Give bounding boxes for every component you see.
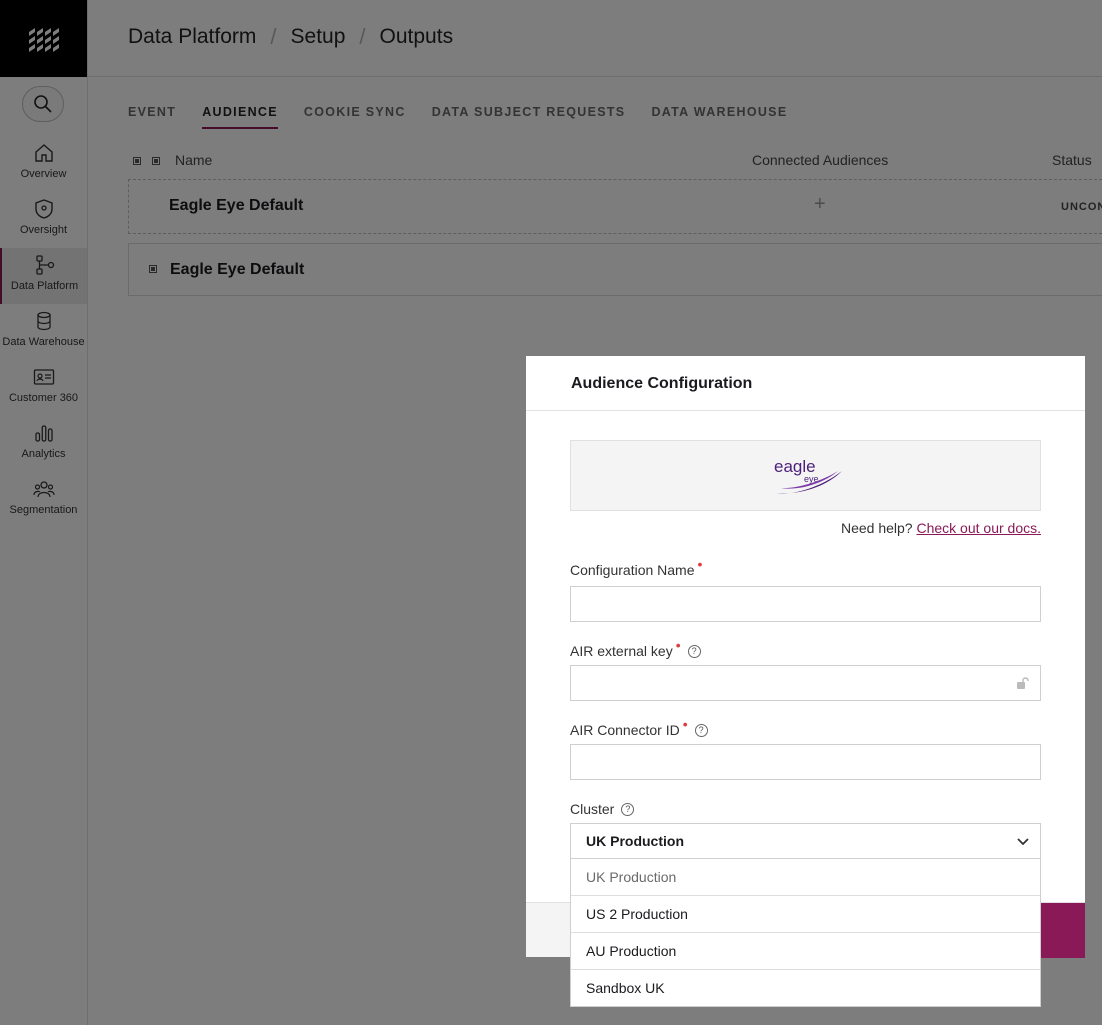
config-name-label: Configuration Name • [570, 556, 702, 578]
help-prefix: Need help? [840, 520, 913, 536]
field-label-text: Cluster [570, 801, 615, 817]
unlock-icon[interactable] [1016, 676, 1030, 690]
field-label-text: AIR Connector ID [570, 722, 680, 738]
required-marker: • [675, 637, 681, 653]
help-icon[interactable]: ? [687, 644, 701, 658]
help-text: Need help? Check out our docs. [841, 520, 1041, 536]
cluster-select[interactable]: UK Production [570, 823, 1041, 859]
air-key-label: AIR external key • ? [570, 637, 701, 659]
required-marker: • [697, 556, 703, 572]
cluster-selected-value: UK Production [586, 833, 684, 849]
cluster-label: Cluster ? [570, 801, 635, 817]
cluster-option-au-production[interactable]: AU Production [571, 932, 1040, 969]
help-icon[interactable]: ? [694, 723, 708, 737]
cluster-option-uk-production[interactable]: UK Production [571, 859, 1040, 895]
cluster-option-sandbox-uk[interactable]: Sandbox UK [571, 969, 1040, 1006]
eagle-eye-logo: eagle eye [570, 440, 1041, 511]
cluster-dropdown-menu: UK Production US 2 Production AU Product… [570, 858, 1041, 1007]
chevron-down-icon [1017, 838, 1029, 846]
help-icon[interactable]: ? [621, 802, 635, 816]
eagle-eye-logo-icon: eagle eye [774, 457, 842, 493]
air-connector-id-input[interactable] [570, 744, 1041, 780]
cluster-option-us-2-production[interactable]: US 2 Production [571, 895, 1040, 932]
connector-id-label: AIR Connector ID • ? [570, 716, 708, 738]
modal-title: Audience Configuration [571, 375, 753, 392]
config-name-input[interactable] [570, 586, 1041, 622]
field-label-text: AIR external key [570, 643, 673, 659]
required-marker: • [682, 716, 688, 732]
field-label-text: Configuration Name [570, 562, 695, 578]
modal-divider [526, 410, 1085, 411]
air-external-key-input[interactable] [570, 665, 1041, 701]
docs-link[interactable]: Check out our docs. [916, 520, 1041, 536]
